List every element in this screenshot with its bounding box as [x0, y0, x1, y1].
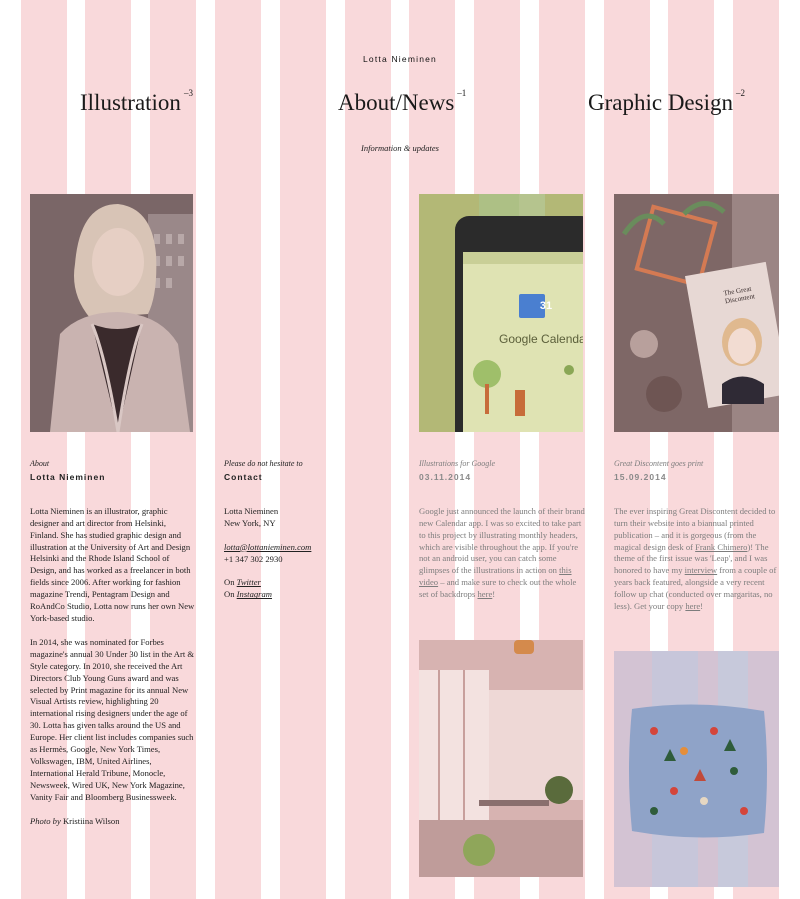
news-kicker: Illustrations for Google	[419, 459, 496, 468]
nav-illustration-count: –3	[183, 88, 193, 98]
get-copy-link[interactable]: here	[685, 601, 700, 611]
great-discontent-photo: The Great Discontent	[614, 194, 779, 432]
news-date: 15.09.2014	[614, 471, 667, 482]
tagline: Information & updates	[361, 143, 439, 153]
nav-about-label: About/News	[338, 90, 455, 115]
news-text: – and make sure to check out the whole s…	[419, 577, 577, 600]
on-label: On	[224, 577, 235, 588]
contact-city: New York, NY	[224, 517, 276, 528]
grid-column	[280, 0, 326, 899]
contact-heading: Contact	[224, 471, 263, 482]
email-link[interactable]: lotta@lottanieminen.com	[224, 542, 311, 552]
site-title[interactable]: Lotta Nieminen	[0, 54, 800, 64]
news-kicker: Great Discontent goes print	[614, 459, 704, 468]
photo-credit: Photo by Kristiina Wilson	[30, 816, 196, 828]
twitter-link[interactable]: Twitter	[237, 577, 261, 587]
nav-graphic-design[interactable]: Graphic Design –2	[588, 88, 745, 116]
nav-about-news[interactable]: About/News –1	[338, 88, 466, 116]
contact-name: Lotta Nieminen	[224, 505, 279, 516]
contact-section: Please do not hesitate to Contact Lotta …	[224, 458, 334, 601]
backdrops-link[interactable]: here	[477, 589, 492, 599]
instagram-link[interactable]: Instagram	[237, 589, 272, 599]
magazine-illustration	[614, 194, 779, 432]
frank-chimero-link[interactable]: Frank Chimero	[695, 542, 747, 552]
pillow-illustration	[614, 651, 779, 887]
nav-graphic-count: –2	[736, 88, 745, 98]
calendar-day-icon: 31	[539, 300, 553, 312]
about-section: About Lotta Nieminen Lotta Nieminen is a…	[30, 458, 196, 839]
portrait-illustration	[30, 194, 193, 432]
phone-illustration	[419, 194, 583, 432]
nav-illustration[interactable]: Illustration –3	[80, 88, 193, 116]
nav-illustration-label: Illustration	[80, 90, 181, 115]
news-text: !	[492, 589, 496, 600]
on-label: On	[224, 589, 235, 600]
about-heading: Lotta Nieminen	[30, 471, 106, 482]
interview-link[interactable]: interview	[685, 565, 717, 575]
nav-graphic-label: Graphic Design	[588, 90, 733, 115]
news-body: Google just announced the launch of thei…	[419, 506, 585, 601]
news-text: !	[700, 601, 704, 612]
grid-column	[345, 0, 391, 899]
news-item-great-discontent: Great Discontent goes print 15.09.2014 T…	[614, 458, 780, 625]
contact-phone: +1 347 302 2930	[224, 553, 283, 564]
portrait-photo	[30, 194, 193, 432]
google-calendar-photo: 31 Google Calenda	[419, 194, 583, 432]
news-item-google: Illustrations for Google 03.11.2014 Goog…	[419, 458, 585, 613]
nav-about-count: –1	[457, 88, 467, 98]
grid-column	[215, 0, 261, 899]
about-paragraph-1: Lotta Nieminen is an illustrator, graphi…	[30, 505, 195, 623]
about-kicker: About	[30, 459, 50, 468]
studio-illustration	[419, 640, 583, 877]
studio-photo	[419, 640, 583, 877]
news-body: The ever inspiring Great Discontent deci…	[614, 506, 780, 613]
photo-credit-prefix: Photo by	[30, 815, 61, 826]
news-date: 03.11.2014	[419, 471, 472, 482]
contact-kicker: Please do not hesitate to	[224, 459, 303, 468]
pillow-photo	[614, 651, 779, 887]
calendar-app-name: Google Calenda	[499, 332, 583, 346]
about-paragraph-2: In 2014, she was nominated for Forbes ma…	[30, 636, 195, 802]
photo-credit-name: Kristiina Wilson	[62, 815, 120, 826]
